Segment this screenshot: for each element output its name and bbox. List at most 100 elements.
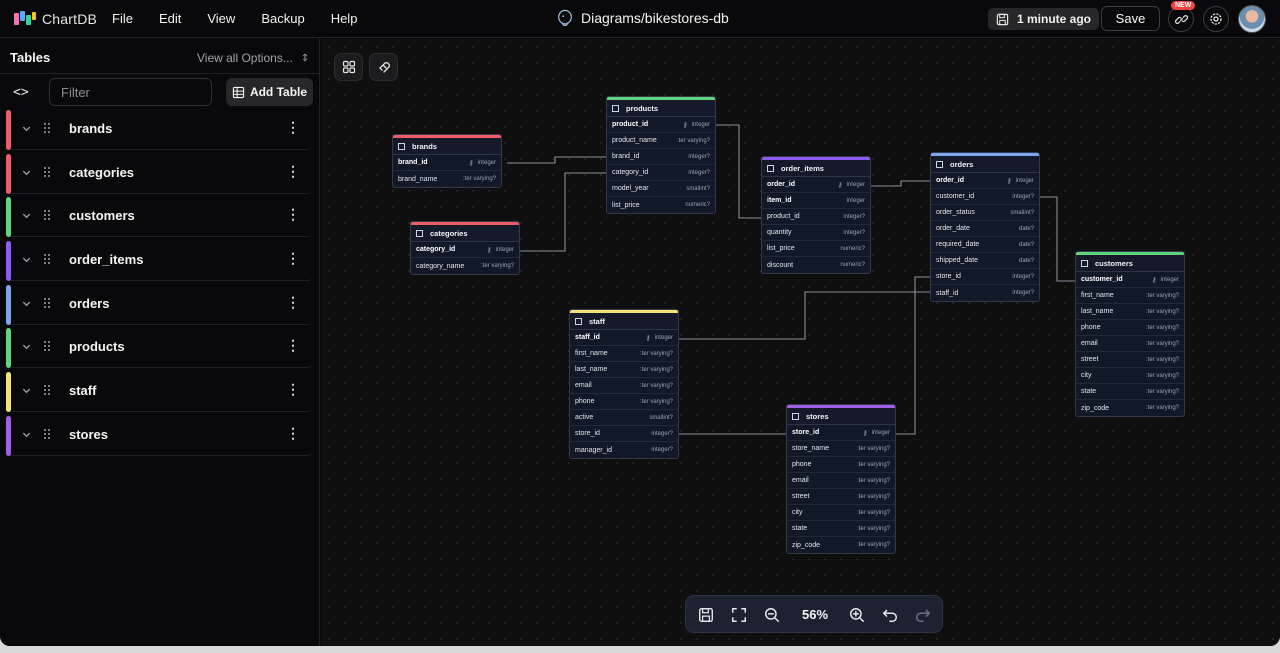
table-field-row[interactable]: first_name:ter varying? — [570, 346, 678, 362]
table-field-row[interactable]: last_name:ter varying? — [1076, 304, 1184, 320]
table-field-row[interactable]: category_id integer? — [607, 165, 715, 181]
sidebar-item-customers[interactable]: customers ⋮ — [6, 196, 312, 238]
table-field-row[interactable]: order_id ⚷ integer — [931, 173, 1039, 189]
table-field-row[interactable]: order_id ⚷ integer — [762, 177, 870, 193]
table-field-row[interactable]: quantity integer? — [762, 225, 870, 241]
drag-handle-icon[interactable] — [43, 252, 51, 270]
menu-help[interactable]: Help — [331, 11, 358, 26]
sidebar-item-order-items[interactable]: order_items ⋮ — [6, 240, 312, 282]
table-field-row[interactable]: zip_code:ter varying? — [787, 537, 895, 553]
sidebar-item-products[interactable]: products ⋮ — [6, 327, 312, 369]
table-field-row[interactable]: customer_id ⚷ integer — [1076, 272, 1184, 288]
table-field-row[interactable]: required_date date? — [931, 237, 1039, 253]
table-field-row[interactable]: product_name:ter varying? — [607, 133, 715, 149]
table-node-header[interactable]: stores — [787, 408, 895, 425]
table-field-row[interactable]: product_id ⚷ integer — [607, 117, 715, 133]
diagram-title[interactable]: Diagrams/bikestores-db — [556, 9, 729, 27]
settings-button[interactable] — [1203, 6, 1229, 32]
table-field-row[interactable]: list_price numeric? — [607, 197, 715, 213]
table-field-row[interactable]: phone:ter varying? — [1076, 320, 1184, 336]
table-node-customers[interactable]: customers customer_id ⚷ integer first_name:t… — [1075, 251, 1185, 417]
code-view-toggle[interactable]: <> — [13, 85, 29, 100]
menu-backup[interactable]: Backup — [261, 11, 304, 26]
more-options-icon[interactable]: ⋮ — [286, 294, 300, 311]
drag-handle-icon[interactable] — [43, 296, 51, 314]
table-node-categories[interactable]: categories category_id ⚷ integer category_na… — [410, 221, 520, 275]
table-field-row[interactable]: category_name:ter varying? — [411, 258, 519, 274]
table-field-row[interactable]: street:ter varying? — [1076, 352, 1184, 368]
table-field-row[interactable]: zip_code:ter varying? — [1076, 400, 1184, 416]
table-node-header[interactable]: order_items — [762, 160, 870, 177]
table-field-row[interactable]: product_id integer? — [762, 209, 870, 225]
menu-file[interactable]: File — [112, 11, 133, 26]
more-options-icon[interactable]: ⋮ — [286, 119, 300, 136]
table-node-orders[interactable]: orders order_id ⚷ integer customer_id integer… — [930, 152, 1040, 302]
more-options-icon[interactable]: ⋮ — [286, 425, 300, 442]
drag-handle-icon[interactable] — [43, 165, 51, 183]
sidebar-item-orders[interactable]: orders ⋮ — [6, 284, 312, 325]
fit-view-button[interactable] — [730, 606, 748, 624]
drag-handle-icon[interactable] — [43, 339, 51, 357]
drag-handle-icon[interactable] — [43, 121, 51, 139]
app-logo[interactable]: ChartDB — [14, 11, 97, 27]
chevron-down-icon[interactable] — [21, 208, 32, 226]
table-field-row[interactable]: staff_id integer? — [931, 285, 1039, 301]
table-field-row[interactable]: model_year smallint? — [607, 181, 715, 197]
table-field-row[interactable]: email:ter varying? — [787, 473, 895, 489]
table-field-row[interactable]: brand_id integer? — [607, 149, 715, 165]
table-field-row[interactable]: city:ter varying? — [1076, 368, 1184, 384]
view-options-select[interactable]: View all Options... ⇕ — [197, 51, 309, 65]
table-node-brands[interactable]: brands brand_id ⚷ integer brand_name:ter var… — [392, 134, 502, 188]
table-field-row[interactable]: email:ter varying? — [1076, 336, 1184, 352]
table-field-row[interactable]: item_id integer — [762, 193, 870, 209]
table-field-row[interactable]: order_date date? — [931, 221, 1039, 237]
drag-handle-icon[interactable] — [43, 427, 51, 445]
chevron-down-icon[interactable] — [21, 427, 32, 445]
zoom-in-button[interactable] — [848, 606, 866, 624]
table-field-row[interactable]: discount numeric? — [762, 257, 870, 273]
table-node-header[interactable]: categories — [411, 225, 519, 242]
save-button[interactable]: Save — [1101, 6, 1160, 31]
table-field-row[interactable]: store_id ⚷ integer — [787, 425, 895, 441]
table-field-row[interactable]: city:ter varying? — [787, 505, 895, 521]
table-node-header[interactable]: staff — [570, 313, 678, 330]
chevron-down-icon[interactable] — [21, 339, 32, 357]
chevron-down-icon[interactable] — [21, 121, 32, 139]
table-node-staff[interactable]: staff staff_id ⚷ integer first_name:ter vary… — [569, 309, 679, 459]
sidebar-item-categories[interactable]: categories ⋮ — [6, 153, 312, 194]
table-field-row[interactable]: staff_id ⚷ integer — [570, 330, 678, 346]
table-field-row[interactable]: brand_id ⚷ integer — [393, 155, 501, 171]
table-node-header[interactable]: brands — [393, 138, 501, 155]
undo-button[interactable] — [881, 606, 899, 624]
table-field-row[interactable]: store_id integer? — [931, 269, 1039, 285]
table-node-products[interactable]: products product_id ⚷ integer product_name:t… — [606, 96, 716, 214]
table-field-row[interactable]: list_price numeric? — [762, 241, 870, 257]
table-field-row[interactable]: state:ter varying? — [787, 521, 895, 537]
table-field-row[interactable]: store_id integer? — [570, 426, 678, 442]
table-node-header[interactable]: customers — [1076, 255, 1184, 272]
user-avatar[interactable] — [1238, 5, 1266, 33]
table-field-row[interactable]: order_status smallint? — [931, 205, 1039, 221]
table-node-header[interactable]: orders — [931, 156, 1039, 173]
filter-input[interactable] — [49, 78, 212, 106]
drag-handle-icon[interactable] — [43, 208, 51, 226]
save-diagram-button[interactable] — [697, 606, 715, 624]
more-options-icon[interactable]: ⋮ — [286, 250, 300, 267]
chevron-down-icon[interactable] — [21, 252, 32, 270]
sidebar-item-stores[interactable]: stores ⋮ — [6, 415, 312, 456]
table-field-row[interactable]: store_name:ter varying? — [787, 441, 895, 457]
menu-view[interactable]: View — [207, 11, 235, 26]
table-node-order-items[interactable]: order_items order_id ⚷ integer item_id intege… — [761, 156, 871, 274]
table-field-row[interactable]: first_name:ter varying? — [1076, 288, 1184, 304]
table-node-header[interactable]: products — [607, 100, 715, 117]
more-options-icon[interactable]: ⋮ — [286, 337, 300, 354]
table-field-row[interactable]: last_name:ter varying? — [570, 362, 678, 378]
table-field-row[interactable]: brand_name:ter varying? — [393, 171, 501, 187]
table-field-row[interactable]: customer_id integer? — [931, 189, 1039, 205]
zoom-out-button[interactable] — [763, 606, 781, 624]
table-field-row[interactable]: category_id ⚷ integer — [411, 242, 519, 258]
chevron-down-icon[interactable] — [21, 296, 32, 314]
diagram-canvas[interactable]: brands brand_id ⚷ integer brand_name:ter var… — [321, 39, 1280, 646]
table-field-row[interactable]: state:ter varying? — [1076, 384, 1184, 400]
add-table-button[interactable]: Add Table — [226, 78, 313, 106]
